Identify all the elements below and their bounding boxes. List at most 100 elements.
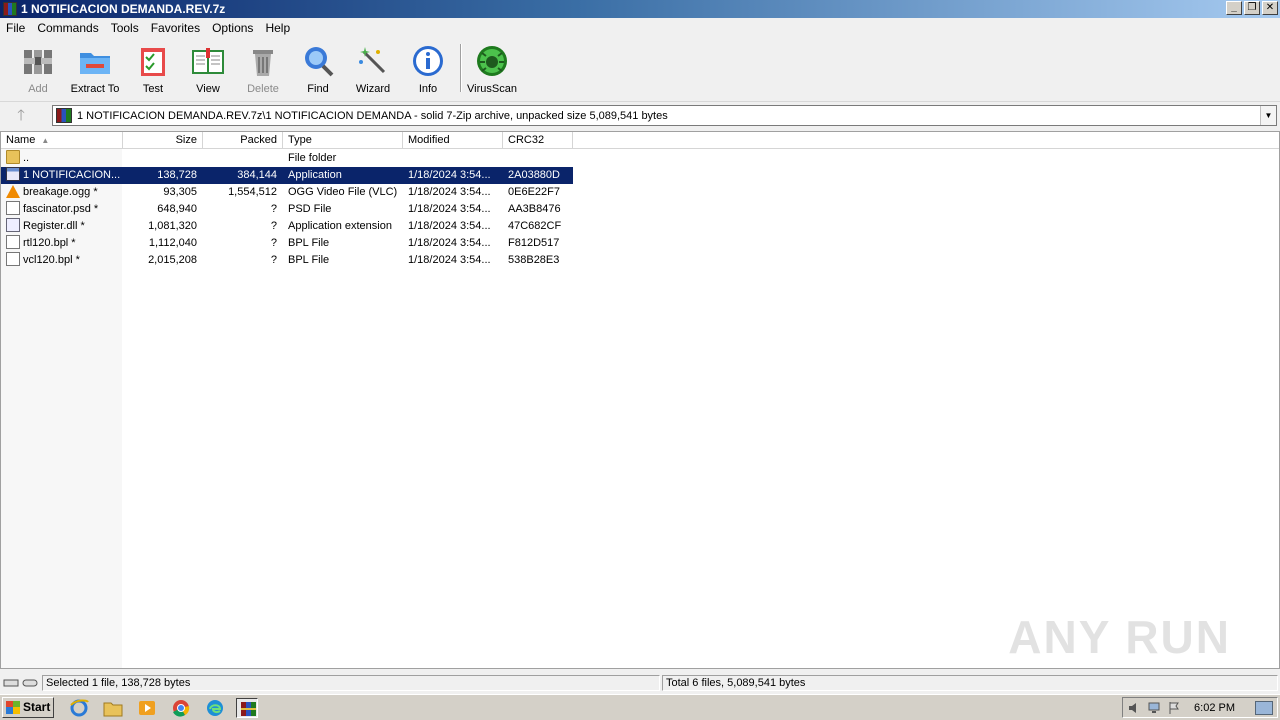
menu-help[interactable]: Help: [259, 21, 296, 35]
find-button[interactable]: Find: [288, 44, 348, 95]
file-type: Application: [288, 169, 342, 181]
extract-to-label: Extract To: [70, 83, 120, 95]
file-modified: 1/18/2024 3:54...: [408, 237, 491, 249]
test-button[interactable]: Test: [123, 44, 183, 95]
title-bar[interactable]: 1 NOTIFICACION DEMANDA.REV.7z _ ❐ ✕: [0, 0, 1280, 18]
table-row[interactable]: fascinator.psd * 648,940 ? PSD File 1/18…: [1, 201, 573, 218]
file-name-cell: Register.dll *: [6, 218, 122, 235]
address-path: 1 NOTIFICACION DEMANDA.REV.7z\1 NOTIFICA…: [77, 110, 668, 122]
file-name-cell: rtl120.bpl *: [6, 235, 122, 252]
address-field[interactable]: 1 NOTIFICACION DEMANDA.REV.7z\1 NOTIFICA…: [52, 105, 1277, 126]
file-crc: 0E6E22F7: [508, 186, 560, 198]
info-label: Info: [418, 83, 438, 95]
toolbar: Add Extract To Test View Delete Find Wiz…: [0, 38, 1280, 100]
winrar-icon[interactable]: [236, 698, 258, 718]
file-packed: ?: [270, 237, 277, 249]
column-header-name[interactable]: Name ▲: [1, 132, 123, 149]
chrome-icon[interactable]: [170, 698, 192, 718]
file-name-cell: ..: [6, 150, 122, 167]
system-tray: 6:02 PM: [1122, 697, 1278, 718]
file-size: 2,015,208: [148, 254, 197, 266]
column-header-type[interactable]: Type: [283, 132, 403, 149]
file-name: ..: [23, 152, 30, 164]
file-name-cell: 1 NOTIFICACION...: [6, 167, 122, 184]
delete-label: Delete: [247, 83, 279, 95]
restore-button[interactable]: ❐: [1244, 1, 1260, 15]
file-size: 1,112,040: [148, 237, 197, 249]
status-bar: Selected 1 file, 138,728 bytes Total 6 f…: [0, 673, 1280, 693]
file-icon: [6, 252, 20, 266]
folder-icon: [6, 150, 20, 164]
table-row[interactable]: .. File folder: [1, 150, 573, 167]
column-header-name-label: Name: [6, 134, 36, 146]
menu-tools[interactable]: Tools: [105, 21, 145, 35]
file-crc: AA3B8476: [508, 203, 561, 215]
menu-options[interactable]: Options: [206, 21, 259, 35]
clock[interactable]: 6:02 PM: [1194, 702, 1235, 714]
table-row[interactable]: breakage.ogg * 93,305 1,554,512 OGG Vide…: [1, 184, 573, 201]
file-crc: 538B28E3: [508, 254, 560, 266]
file-packed: 1,554,512: [228, 186, 277, 198]
status-total: Total 6 files, 5,089,541 bytes: [662, 675, 1278, 691]
address-dropdown-button[interactable]: ▼: [1260, 106, 1276, 125]
file-type: PSD File: [288, 203, 332, 215]
column-header-packed[interactable]: Packed: [203, 132, 283, 149]
menu-favorites[interactable]: Favorites: [145, 21, 206, 35]
up-button[interactable]: 🡑: [10, 106, 32, 126]
file-modified: 1/18/2024 3:54...: [408, 254, 491, 266]
file-packed: ?: [270, 203, 277, 215]
column-header-row: Name ▲ Size Packed Type Modified CRC32: [1, 132, 1279, 149]
test-label: Test: [142, 83, 164, 95]
file-name: 1 NOTIFICACION...: [23, 169, 121, 181]
vlc-icon: [6, 185, 20, 198]
file-modified: 1/18/2024 3:54...: [408, 220, 491, 232]
media-player-icon[interactable]: [136, 698, 158, 718]
table-row[interactable]: rtl120.bpl * 1,112,040 ? BPL File 1/18/2…: [1, 235, 573, 252]
minimize-button[interactable]: _: [1226, 1, 1242, 15]
file-size: 648,940: [157, 203, 197, 215]
column-header-crc32[interactable]: CRC32: [503, 132, 573, 149]
file-packed: 384,144: [237, 169, 277, 181]
virusscan-label: VirusScan: [467, 83, 517, 95]
file-size: [123, 150, 197, 167]
winrar-icon: [3, 2, 17, 16]
table-row[interactable]: Register.dll * 1,081,320 ? Application e…: [1, 218, 573, 235]
action-center-flag-icon[interactable]: [1167, 701, 1181, 715]
wizard-button[interactable]: Wizard: [343, 44, 403, 95]
file-crc: 47C682CF: [508, 220, 562, 232]
extract-to-button[interactable]: Extract To: [65, 44, 125, 95]
internet-explorer-icon[interactable]: [68, 698, 90, 718]
menu-commands[interactable]: Commands: [31, 21, 104, 35]
archive-icon: [56, 108, 72, 123]
column-header-size[interactable]: Size: [123, 132, 203, 149]
network-icon[interactable]: [1147, 701, 1161, 715]
file-packed: [203, 150, 277, 167]
table-row[interactable]: vcl120.bpl * 2,015,208 ? BPL File 1/18/2…: [1, 252, 573, 269]
file-type: OGG Video File (VLC): [288, 186, 398, 198]
add-button[interactable]: Add: [8, 44, 68, 95]
speaker-icon[interactable]: [1127, 701, 1141, 715]
virusscan-button[interactable]: VirusScan: [462, 44, 522, 95]
view-button[interactable]: View: [178, 44, 238, 95]
file-modified: [408, 150, 500, 167]
file-size: 93,305: [163, 186, 197, 198]
drive-icon: [3, 676, 41, 690]
start-button[interactable]: Start: [2, 697, 54, 718]
info-button[interactable]: Info: [398, 44, 458, 95]
file-list[interactable]: Name ▲ Size Packed Type Modified CRC32 ..…: [0, 131, 1280, 669]
file-size: 1,081,320: [148, 220, 197, 232]
show-desktop-icon[interactable]: [1255, 701, 1273, 715]
file-crc: F812D517: [508, 237, 560, 249]
close-button[interactable]: ✕: [1262, 1, 1278, 15]
file-modified: 1/18/2024 3:54...: [408, 169, 491, 181]
column-header-modified[interactable]: Modified: [403, 132, 503, 149]
application-icon: [6, 167, 20, 181]
menu-file[interactable]: File: [0, 21, 31, 35]
extract-folder-icon: [78, 44, 112, 78]
sort-ascending-icon: ▲: [41, 136, 50, 145]
table-row-selected[interactable]: 1 NOTIFICACION... 138,728 384,144 Applic…: [1, 167, 573, 184]
edge-icon[interactable]: [204, 698, 226, 718]
delete-button[interactable]: Delete: [233, 44, 293, 95]
file-explorer-icon[interactable]: [102, 698, 124, 718]
window-controls: _ ❐ ✕: [1226, 1, 1278, 15]
